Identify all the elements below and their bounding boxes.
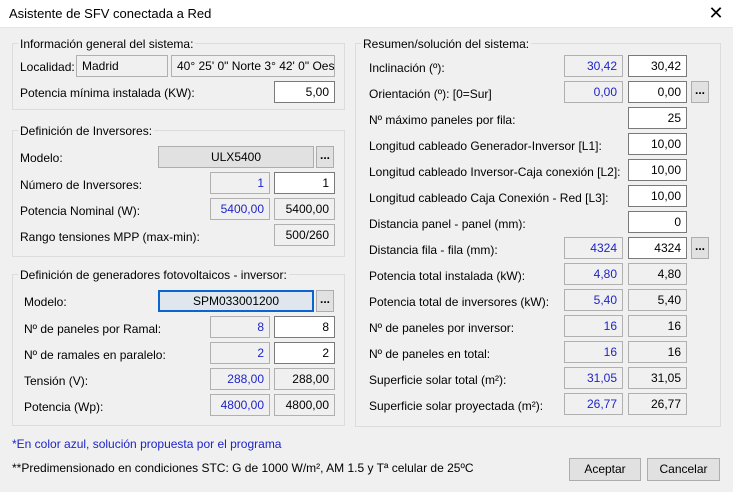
localidad-label: Localidad: bbox=[20, 60, 75, 74]
ramales-paralelo-suggested: 2 bbox=[210, 342, 270, 364]
ramales-paralelo-label: Nº de ramales en paralelo: bbox=[24, 348, 166, 362]
cancel-button[interactable]: Cancelar bbox=[647, 458, 720, 481]
close-icon[interactable]: ✕ bbox=[699, 0, 733, 28]
resumen-row-input[interactable]: 10,00 bbox=[628, 185, 687, 207]
resumen-row-suggested: 31,05 bbox=[564, 367, 623, 389]
resumen-row-label: Nº de paneles en total: bbox=[369, 347, 491, 361]
rango-mpp-field: 500/260 bbox=[274, 224, 335, 246]
potencia-nominal-field: 5400,00 bbox=[274, 198, 335, 220]
resumen-row-label: Longitud cableado Generador-Inversor [L1… bbox=[369, 139, 602, 153]
resumen-row-field: 26,77 bbox=[628, 393, 687, 415]
ramales-paralelo-input[interactable]: 2 bbox=[274, 342, 335, 364]
resumen-row-input[interactable]: 4324 bbox=[628, 237, 687, 259]
paneles-ramal-label: Nº de paneles por Ramal: bbox=[24, 322, 162, 336]
resumen-row-field: 4,80 bbox=[628, 263, 687, 285]
resumen-row-field: 16 bbox=[628, 341, 687, 363]
inversores-title: Definición de Inversores: bbox=[18, 124, 155, 138]
general-info-title: Información general del sistema: bbox=[18, 37, 196, 51]
resumen-row-suggested: 30,42 bbox=[564, 55, 623, 77]
rango-mpp-label: Rango tensiones MPP (max-min): bbox=[20, 230, 200, 244]
resumen-row-field: 5,40 bbox=[628, 289, 687, 311]
tension-label: Tensión (V): bbox=[24, 374, 89, 388]
resumen-row-label: Distancia panel - panel (mm): bbox=[369, 217, 526, 231]
potencia-minima-input[interactable]: 5,00 bbox=[274, 81, 335, 103]
tension-field: 288,00 bbox=[274, 368, 335, 390]
resumen-row-field: 31,05 bbox=[628, 367, 687, 389]
resumen-row-label: Longitud cableado Inversor-Caja conexión… bbox=[369, 165, 621, 179]
potencia-wp-suggested: 4800,00 bbox=[210, 394, 270, 416]
resumen-row-suggested: 4,80 bbox=[564, 263, 623, 285]
resumen-row-suggested: 5,40 bbox=[564, 289, 623, 311]
suggested-color-note: *En color azul, solución propuesta por e… bbox=[12, 437, 282, 451]
resumen-row-label: Superficie solar total (m²): bbox=[369, 373, 507, 387]
potencia-wp-label: Potencia (Wp): bbox=[24, 400, 104, 414]
numero-inversores-suggested: 1 bbox=[210, 172, 270, 194]
resumen-row-input[interactable]: 0 bbox=[628, 211, 687, 233]
resumen-row-label: Nº máximo paneles por fila: bbox=[369, 113, 516, 127]
resumen-row-input[interactable]: 10,00 bbox=[628, 133, 687, 155]
stc-note: **Predimensionado en condiciones STC: G … bbox=[12, 461, 474, 475]
resumen-row-field: 16 bbox=[628, 315, 687, 337]
potencia-minima-label: Potencia mínima instalada (KW): bbox=[20, 86, 195, 100]
inversor-modelo-label: Modelo: bbox=[20, 151, 63, 165]
resumen-row-label: Nº de paneles por inversor: bbox=[369, 321, 515, 335]
inversor-browse-button[interactable]: ... bbox=[316, 146, 334, 168]
resumen-row-label: Longitud cableado Caja Conexión - Red [L… bbox=[369, 191, 609, 205]
localidad-field[interactable]: Madrid bbox=[76, 55, 168, 77]
resumen-row-suggested: 26,77 bbox=[564, 393, 623, 415]
resumen-row-label: Orientación (º): [0=Sur] bbox=[369, 87, 492, 101]
potencia-nominal-label: Potencia Nominal (W): bbox=[20, 204, 141, 218]
resumen-row-input[interactable]: 30,42 bbox=[628, 55, 687, 77]
tension-suggested: 288,00 bbox=[210, 368, 270, 390]
generadores-title: Definición de generadores fotovoltaicos … bbox=[18, 268, 289, 282]
resumen-row-suggested: 16 bbox=[564, 341, 623, 363]
resumen-title: Resumen/solución del sistema: bbox=[361, 37, 532, 51]
resumen-row-input[interactable]: 25 bbox=[628, 107, 687, 129]
resumen-row-label: Superficie solar proyectada (m²): bbox=[369, 399, 544, 413]
inversor-modelo-select[interactable]: ULX5400 bbox=[158, 146, 314, 168]
accept-button[interactable]: Aceptar bbox=[569, 458, 641, 481]
distancia-fila-browse-button[interactable]: ... bbox=[691, 237, 709, 259]
resumen-row-suggested: 16 bbox=[564, 315, 623, 337]
resumen-row-label: Distancia fila - fila (mm): bbox=[369, 243, 498, 257]
numero-inversores-input[interactable]: 1 bbox=[274, 172, 335, 194]
generador-modelo-label: Modelo: bbox=[24, 295, 67, 309]
potencia-wp-field: 4800,00 bbox=[274, 394, 335, 416]
resumen-row-label: Potencia total de inversores (kW): bbox=[369, 295, 550, 309]
resumen-row-suggested: 4324 bbox=[564, 237, 623, 259]
title-bar: Asistente de SFV conectada a Red ✕ bbox=[0, 0, 733, 28]
resumen-row-label: Potencia total instalada (kW): bbox=[369, 269, 526, 283]
numero-inversores-label: Número de Inversores: bbox=[20, 178, 143, 192]
resumen-row-input[interactable]: 0,00 bbox=[628, 81, 687, 103]
potencia-nominal-suggested: 5400,00 bbox=[210, 198, 270, 220]
generador-browse-button[interactable]: ... bbox=[316, 290, 334, 312]
paneles-ramal-input[interactable]: 8 bbox=[274, 316, 335, 338]
coordinates-field: 40° 25' 0" Norte 3° 42' 0" Oeste bbox=[171, 55, 335, 77]
window-title: Asistente de SFV conectada a Red bbox=[9, 6, 212, 21]
resumen-row-label: Inclinación (º): bbox=[369, 61, 445, 75]
resumen-row-suggested: 0,00 bbox=[564, 81, 623, 103]
paneles-ramal-suggested: 8 bbox=[210, 316, 270, 338]
generador-modelo-select[interactable]: SPM033001200 bbox=[158, 290, 314, 312]
orientacion-browse-button[interactable]: ... bbox=[691, 81, 709, 103]
resumen-row-input[interactable]: 10,00 bbox=[628, 159, 687, 181]
